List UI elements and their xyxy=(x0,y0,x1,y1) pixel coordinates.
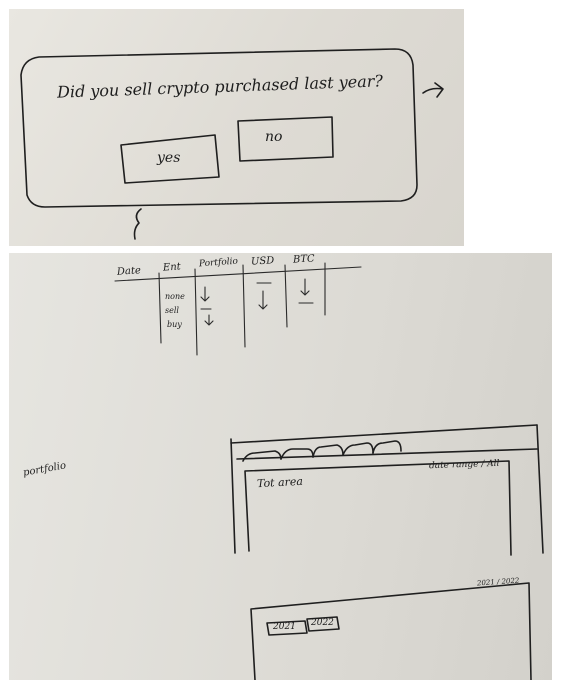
tot-area-title: Tot area xyxy=(256,474,304,491)
no-button-outline xyxy=(237,116,334,162)
sketch-photo-portfolio: Date Ent Portfolio USD BTC none sell buy… xyxy=(9,253,552,680)
table-col-line-4 xyxy=(284,264,288,328)
portfolio-mark-arrow-2 xyxy=(204,314,214,326)
table-header-btc: BTC xyxy=(292,253,315,266)
sketch-photo-dialog: Did you sell crypto purchased last year?… xyxy=(9,9,464,246)
table-col-line-1 xyxy=(158,272,162,344)
ent-row-sell: sell xyxy=(165,306,179,315)
tab-1 xyxy=(242,450,282,462)
year-2022-tab[interactable]: 2022 xyxy=(311,619,334,628)
table-header-line xyxy=(114,266,362,282)
ent-row-none: none xyxy=(165,292,185,301)
portfolio-mark-arrow-1 xyxy=(200,286,210,302)
yes-button[interactable]: yes xyxy=(157,151,180,165)
year-2021-tab[interactable]: 2021 xyxy=(273,623,296,632)
table-header-usd: USD xyxy=(250,255,275,268)
no-button[interactable]: no xyxy=(265,130,282,144)
table-col-line-3 xyxy=(242,264,246,348)
portfolio-window-top xyxy=(230,424,538,444)
brace-icon xyxy=(133,208,142,240)
ent-row-buy: buy xyxy=(167,320,182,329)
btc-mark-arrow xyxy=(300,278,310,296)
tab-4 xyxy=(342,442,374,456)
portfolio-window-left xyxy=(230,438,236,554)
portfolio-window-right xyxy=(536,424,544,554)
dialog-sketch-lines xyxy=(20,48,444,240)
tab-5 xyxy=(372,440,402,454)
usd-mark-arrow xyxy=(258,290,268,310)
next-arrow-icon xyxy=(422,82,444,98)
table-header-date: Date xyxy=(116,265,142,278)
table-header-ent: Ent xyxy=(162,261,182,274)
table-col-line-2 xyxy=(194,268,198,356)
